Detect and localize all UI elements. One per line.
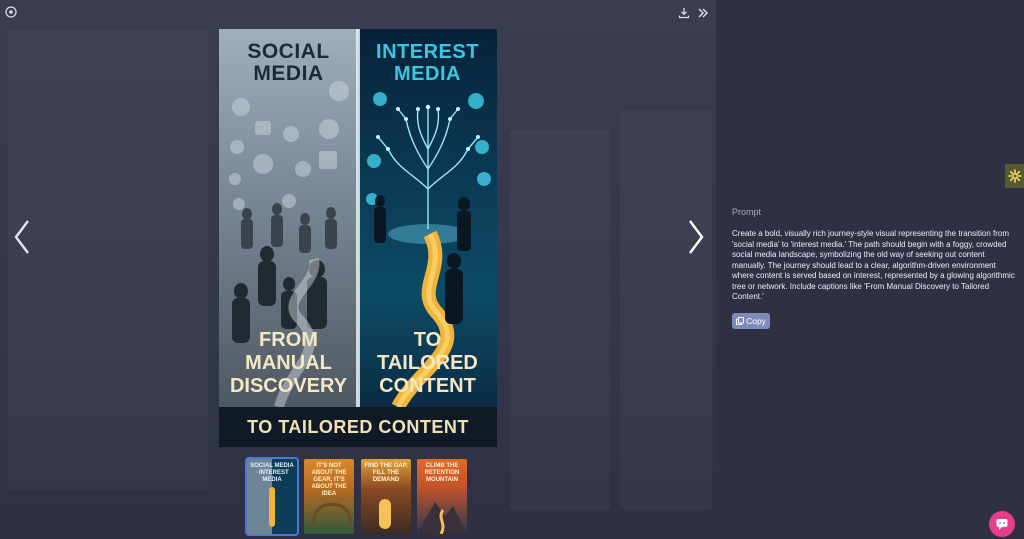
thumbnail-title: CLIMB THE RETENTION MOUNTAIN — [424, 463, 460, 483]
poster-right-caption: TO TAILORED CONTENT — [358, 329, 497, 398]
thumbnail-3[interactable]: FIND THE GAP. FILL THE DEMAND — [361, 459, 411, 534]
thumbnail-path — [379, 499, 391, 529]
background-ghost-card — [510, 130, 610, 510]
thumbnail-2[interactable]: IT'S NOT ABOUT THE GEAR, IT'S ABOUT THE … — [304, 459, 354, 534]
back-circle-icon[interactable] — [3, 4, 19, 20]
poster-right-title-line: INTEREST — [376, 41, 479, 63]
background-ghost-card — [8, 30, 208, 490]
sparkle-icon — [1007, 169, 1022, 183]
copy-label: Copy — [746, 316, 766, 326]
thumbnail-1[interactable]: SOCIAL MEDIA · INTEREST MEDIA — [245, 457, 299, 536]
copy-button[interactable]: Copy — [732, 313, 770, 329]
copy-icon — [736, 317, 745, 325]
thumbnail-path — [269, 487, 275, 527]
prompt-text: Create a bold, visually rich journey-sty… — [732, 229, 1015, 301]
thumbnail-4[interactable]: CLIMB THE RETENTION MOUNTAIN — [417, 459, 467, 534]
chat-icon — [996, 519, 1008, 530]
chevron-left-icon — [14, 220, 29, 254]
thumbnail-title: FIND THE GAP. FILL THE DEMAND — [364, 463, 408, 483]
next-image-button[interactable] — [680, 215, 710, 259]
thumbnail-mountain — [417, 502, 467, 534]
poster-right-title: INTEREST MEDIA — [358, 41, 497, 85]
background-ghost-card — [620, 110, 712, 510]
thumbnail-bridge — [312, 503, 352, 524]
chevron-right-icon — [689, 220, 704, 254]
generated-image: SOCIAL MEDIA INTEREST MEDIA FROM MANUAL … — [219, 29, 497, 447]
poster-left-title-line: MEDIA — [253, 62, 324, 85]
poster-left-caption-line: MANUAL — [245, 352, 332, 374]
poster-right-caption-line: TO — [413, 329, 442, 351]
thumbnail-title: IT'S NOT ABOUT THE GEAR, IT'S ABOUT THE … — [311, 463, 347, 497]
poster-banner: TO TAILORED CONTENT — [219, 407, 497, 447]
poster-right-caption-line: TAILORED — [377, 352, 478, 374]
download-icon[interactable] — [676, 5, 692, 21]
poster-right-title-line: MEDIA — [394, 63, 461, 85]
poster-right-caption-line: CONTENT — [379, 375, 476, 397]
poster-left-caption-line: DISCOVERY — [229, 375, 348, 397]
chat-button[interactable] — [989, 511, 1015, 537]
sparkle-side-tab[interactable] — [1005, 164, 1024, 188]
poster-left-title: SOCIAL MEDIA — [219, 41, 358, 85]
previous-image-button[interactable] — [8, 215, 38, 259]
poster-left-caption-line: FROM — [259, 329, 318, 351]
poster-left-caption: FROM MANUAL DISCOVERY — [219, 329, 358, 398]
double-chevron-right-icon[interactable] — [695, 5, 711, 21]
poster-left-title-line: SOCIAL — [247, 40, 330, 63]
prompt-label: Prompt — [732, 207, 762, 217]
thumbnail-title: SOCIAL MEDIA · INTEREST MEDIA — [250, 463, 294, 483]
